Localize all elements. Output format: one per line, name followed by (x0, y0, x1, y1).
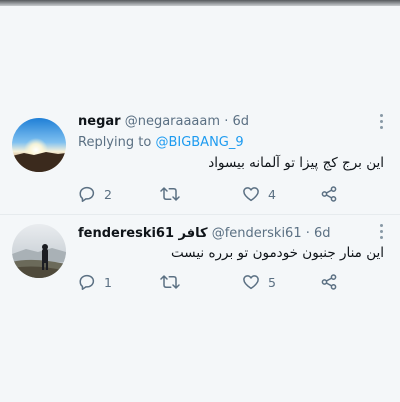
avatar[interactable] (12, 224, 66, 278)
heart-icon (243, 275, 259, 290)
share-button[interactable] (320, 184, 346, 204)
replying-to-mention[interactable]: @BIGBANG_9 (155, 135, 243, 150)
sunset-sky-avatar-icon (12, 118, 66, 172)
reply-count: 2 (104, 186, 112, 202)
tweet[interactable]: negar @negaraaaam · 6d Replying to @BIGB… (0, 108, 400, 212)
like-count: 5 (268, 274, 276, 290)
user-handle[interactable]: @fenderski61 (212, 226, 302, 241)
timestamp[interactable]: 6d (314, 226, 331, 241)
retweet-icon (160, 187, 180, 201)
heart-icon (243, 187, 259, 202)
separator-dot: · (305, 226, 310, 241)
reply-button[interactable]: 1 (78, 272, 112, 292)
share-icon (321, 186, 337, 202)
retweet-button[interactable] (160, 272, 188, 292)
tweet[interactable]: fendereski61 کافر @fenderski61 · 6d این … (0, 222, 400, 308)
tweet-header: fendereski61 کافر @fenderski61 · 6d (78, 226, 331, 241)
retweet-button[interactable] (160, 184, 188, 204)
more-options-icon[interactable] (376, 114, 386, 132)
tweet-text: این برج کج پیزا تو آلمانه بیسواد (208, 155, 384, 171)
like-button[interactable]: 5 (242, 272, 276, 292)
reply-icon (79, 274, 95, 290)
replying-to-label: Replying to (78, 135, 152, 150)
like-button[interactable]: 4 (242, 184, 276, 204)
user-handle[interactable]: @negaraaaam (125, 114, 220, 129)
reply-icon (79, 186, 95, 202)
replying-to-line: Replying to @BIGBANG_9 (78, 135, 244, 150)
timestamp[interactable]: 6d (232, 114, 249, 129)
more-options-icon[interactable] (376, 224, 386, 242)
reply-button[interactable]: 2 (78, 184, 112, 204)
person-on-hill-avatar-icon (12, 224, 66, 278)
tweet-divider (0, 214, 400, 215)
tweet-text: این منار جنبون خودمون تو برره نیست (171, 245, 384, 261)
separator-dot: · (224, 114, 229, 129)
display-name[interactable]: negar (78, 114, 121, 129)
tweet-actions: 2 4 (78, 184, 358, 204)
like-count: 4 (268, 186, 276, 202)
tweet-header: negar @negaraaaam · 6d (78, 114, 249, 129)
top-edge-shadow (0, 0, 400, 6)
display-name[interactable]: fendereski61 کافر (78, 226, 208, 241)
retweet-icon (160, 275, 180, 289)
tweet-actions: 1 5 (78, 272, 358, 292)
share-button[interactable] (320, 272, 346, 292)
reply-count: 1 (104, 274, 112, 290)
share-icon (321, 274, 337, 290)
avatar[interactable] (12, 118, 66, 172)
